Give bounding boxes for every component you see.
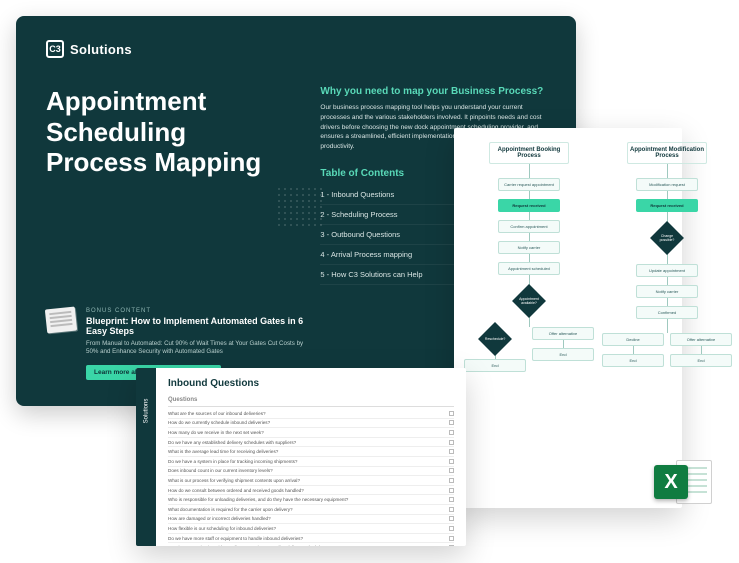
checkbox-icon <box>449 430 454 435</box>
question-row: What are the sources of our inbound deli… <box>168 409 454 419</box>
flow-node: Request received <box>636 199 698 212</box>
flowchart-preview: Appointment Booking Process Carrier requ… <box>454 128 682 508</box>
bonus-title: Blueprint: How to Implement Automated Ga… <box>86 316 306 336</box>
excel-icon: X <box>652 452 712 512</box>
question-row: How do we currently schedule inbound del… <box>168 419 454 429</box>
excel-badge-icon: X <box>654 465 688 499</box>
checkbox-icon <box>449 459 454 464</box>
question-row: How are damaged or incorrect deliveries … <box>168 515 454 525</box>
document-icon <box>45 306 77 333</box>
question-text: Do we have more staff or equipment to ha… <box>168 536 303 541</box>
question-text: How many do we receive in the next set w… <box>168 430 264 435</box>
checkbox-icon <box>449 411 454 416</box>
checkbox-icon <box>449 478 454 483</box>
sheet-column-header: Questions <box>168 397 454 407</box>
question-row: What is the average lead time for receiv… <box>168 447 454 457</box>
questions-sheet-preview: Solutions Inbound Questions Questions Wh… <box>136 368 466 546</box>
question-text: What is the average lead time for receiv… <box>168 449 278 454</box>
checkbox-icon <box>449 420 454 425</box>
flow-node: Offer alternative <box>532 327 594 340</box>
decorative-dots-icon <box>276 186 326 226</box>
flow-node: Decline <box>602 333 664 346</box>
question-row: Do we have more staff or equipment to ha… <box>168 534 454 544</box>
checkbox-icon <box>449 468 454 473</box>
title-line-2: Scheduling <box>46 117 290 148</box>
question-row: What documentation is required for the c… <box>168 505 454 515</box>
question-text: Do we have any established delivery sche… <box>168 440 296 445</box>
checkbox-icon <box>449 545 454 546</box>
flow-column-modification: Appointment Modification Process Modific… <box>602 142 732 494</box>
question-row: How do we consult between ordered and re… <box>168 486 454 496</box>
flow-decision-icon: Change possible? <box>650 221 684 255</box>
checkbox-icon <box>449 507 454 512</box>
flow-node: Notify carrier <box>498 241 560 254</box>
checkbox-icon <box>449 497 454 502</box>
flow-heading: Appointment Modification Process <box>627 142 707 164</box>
question-row: How is communication with suppliers or c… <box>168 543 454 546</box>
bonus-label: BONUS CONTENT <box>86 308 306 314</box>
why-heading: Why you need to map your Business Proces… <box>320 86 546 97</box>
flow-node: End <box>670 354 732 367</box>
flow-node: Update appointment <box>636 264 698 277</box>
flow-node: Notify carrier <box>636 285 698 298</box>
question-text: What are the sources of our inbound deli… <box>168 411 266 416</box>
checkbox-icon <box>449 449 454 454</box>
question-row: Do we have any established delivery sche… <box>168 438 454 448</box>
flow-decision-icon: Appointment available? <box>512 284 546 318</box>
question-row: Does inbound count in our current invent… <box>168 467 454 477</box>
sheet-title: Inbound Questions <box>168 378 454 389</box>
question-text: Do we have a system in place for trackin… <box>168 459 297 464</box>
sheet-side-label: Solutions <box>143 399 149 424</box>
checkbox-icon <box>449 526 454 531</box>
question-text: Who is responsible for unloading deliver… <box>168 497 348 502</box>
question-row: Do we have a system in place for trackin… <box>168 457 454 467</box>
brand-mark-icon: C3 <box>46 40 64 58</box>
flow-node: Carrier request appointment <box>498 178 560 191</box>
checkbox-icon <box>449 440 454 445</box>
question-text: What documentation is required for the c… <box>168 507 293 512</box>
flow-node: End <box>464 359 526 372</box>
flow-heading: Appointment Booking Process <box>489 142 569 164</box>
question-text: How do we consult between ordered and re… <box>168 488 304 493</box>
brand-logo: C3 Solutions <box>46 40 546 58</box>
flow-node: End <box>602 354 664 367</box>
question-text: How flexible is our scheduling for inbou… <box>168 526 276 531</box>
question-text: Does inbound count in our current invent… <box>168 468 273 473</box>
checkbox-icon <box>449 488 454 493</box>
flow-node: Offer alternative <box>670 333 732 346</box>
hero-title-block: Appointment Scheduling Process Mapping <box>46 86 290 285</box>
question-text: How are damaged or incorrect deliveries … <box>168 516 271 521</box>
checkbox-icon <box>449 516 454 521</box>
flow-decision-icon: Reschedule? <box>478 322 512 356</box>
question-row: How many do we receive in the next set w… <box>168 428 454 438</box>
flow-node: Modification request <box>636 178 698 191</box>
flow-node: Confirmed <box>636 306 698 319</box>
title-line-1: Appointment <box>46 86 290 117</box>
flow-node: Request received <box>498 199 560 212</box>
sheet-sidebar: Solutions <box>136 368 156 546</box>
question-row: Who is responsible for unloading deliver… <box>168 495 454 505</box>
question-text: What is our process for verifying shipme… <box>168 478 300 483</box>
question-text: How do we currently schedule inbound del… <box>168 420 270 425</box>
title-line-3: Process Mapping <box>46 147 290 178</box>
flow-node: End <box>532 348 594 361</box>
question-row: How flexible is our scheduling for inbou… <box>168 524 454 534</box>
brand-name: Solutions <box>70 42 132 57</box>
flow-node: Confirm appointment <box>498 220 560 233</box>
checkbox-icon <box>449 536 454 541</box>
flow-column-booking: Appointment Booking Process Carrier requ… <box>464 142 594 494</box>
bonus-body: From Manual to Automated: Cut 90% of Wai… <box>86 340 306 357</box>
question-text: How is communication with suppliers or c… <box>168 545 327 546</box>
question-row: What is our process for verifying shipme… <box>168 476 454 486</box>
flow-node: Appointment scheduled <box>498 262 560 275</box>
